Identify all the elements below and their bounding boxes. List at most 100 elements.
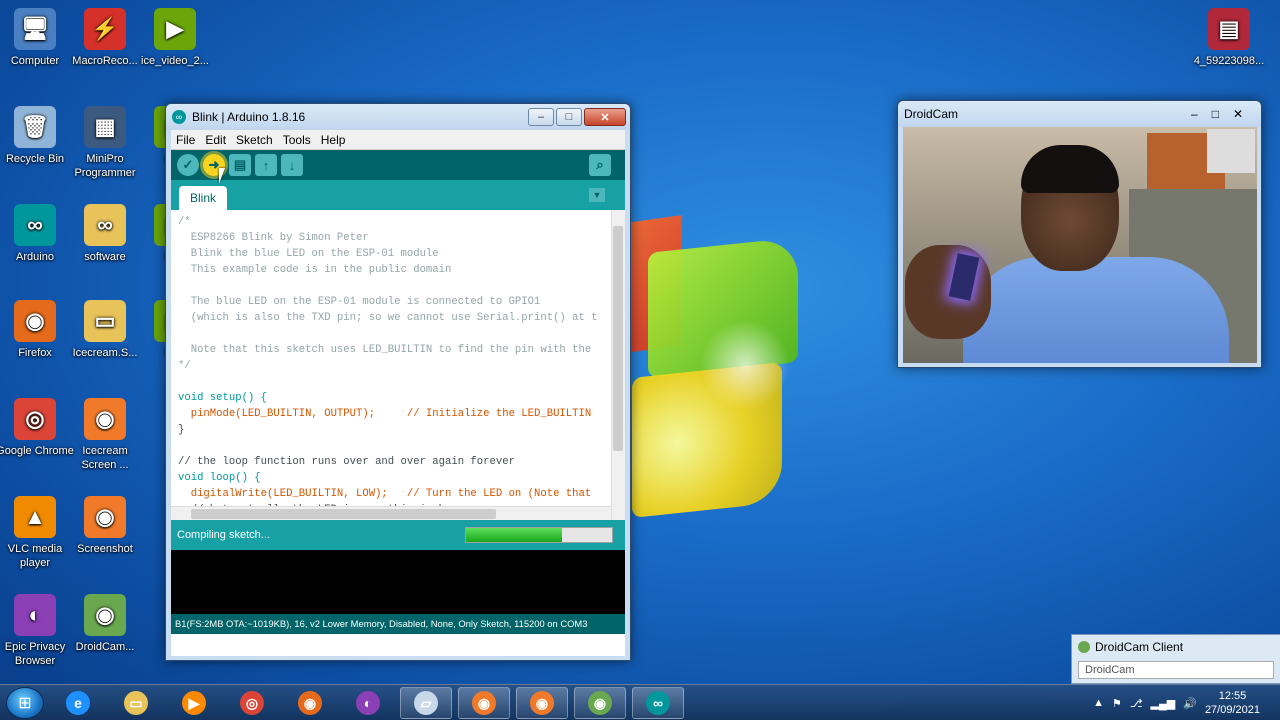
maximize-button[interactable]: □ <box>556 108 582 126</box>
epic-browser-icon: ◐ <box>356 691 380 715</box>
volume-icon[interactable]: 🔊 <box>1183 697 1197 710</box>
desktop-icon-label: Screenshot <box>77 543 133 555</box>
desktop-icon[interactable]: ◉ Icecream Screen ... <box>66 398 144 472</box>
taskbar-chrome-button[interactable]: ◎ <box>226 687 278 719</box>
desktop-icon[interactable]: ◉ DroidCam... <box>66 594 144 654</box>
taskbar-window-button[interactable]: ▱ <box>400 687 452 719</box>
clock[interactable]: 12:55 27/09/2021 <box>1205 689 1260 717</box>
vlc-icon: ▲ <box>14 496 56 538</box>
desktop-icon[interactable]: 🗑 Recycle Bin <box>0 106 74 166</box>
taskbar-media-player-button[interactable]: ▶ <box>168 687 220 719</box>
code-line: ESP8266 Blink by Simon Peter <box>178 232 369 244</box>
tab-menu-icon[interactable]: ▼ <box>589 188 605 202</box>
desktop-icon[interactable]: ⚡ MacroReco... <box>66 8 144 68</box>
arduino-icon: ∞ <box>646 691 670 715</box>
output-console[interactable] <box>171 550 625 614</box>
usb-device-icon[interactable]: ⎇ <box>1130 697 1143 710</box>
menu-help[interactable]: Help <box>316 133 351 147</box>
compile-progress-fill <box>466 528 563 542</box>
compile-progress-bar <box>465 527 613 543</box>
start-button-icon[interactable]: ⊞ <box>6 687 44 719</box>
programmer-icon: ▦ <box>84 106 126 148</box>
desktop-icon[interactable]: ▦ MiniPro Programmer <box>66 106 144 180</box>
media-player-icon: ▶ <box>182 691 206 715</box>
desktop-icon-label: Firefox <box>18 347 52 359</box>
desktop-icon-label: MacroReco... <box>72 55 138 67</box>
droidcam-minimize-button[interactable]: – <box>1191 107 1198 121</box>
new-sketch-icon[interactable]: ▤ <box>229 154 251 176</box>
icecream-screen-icon: ◉ <box>472 691 496 715</box>
taskbar-internet-explorer-button[interactable]: e <box>52 687 104 719</box>
taskbar-screenshot-button[interactable]: ◉ <box>516 687 568 719</box>
network-signal-icon[interactable]: ▂▄▆ <box>1151 697 1176 710</box>
droidcam-client-window[interactable]: DroidCam Client DroidCam <box>1071 634 1280 684</box>
screenshot-icon: ◉ <box>84 496 126 538</box>
horizontal-scrollbar[interactable] <box>171 506 611 520</box>
minimize-button[interactable]: – <box>528 108 554 126</box>
compile-status-text: Compiling sketch... <box>177 529 270 541</box>
desktop-icon[interactable]: ◉ Screenshot <box>66 496 144 556</box>
desktop-icon[interactable]: ▤ 4_59223098... <box>1190 8 1268 68</box>
vertical-scroll-thumb[interactable] <box>613 226 623 451</box>
droidcam-close-button[interactable]: ✕ <box>1233 107 1243 121</box>
taskbar-epic-browser-button[interactable]: ◐ <box>342 687 394 719</box>
action-center-flag-icon[interactable]: ⚑ <box>1112 697 1122 710</box>
desktop-icon-label: ice_video_2... <box>141 55 209 67</box>
desktop-icon[interactable]: 🖥 Computer <box>0 8 74 68</box>
droidcam-client-icon <box>1078 641 1090 653</box>
taskbar-arduino-button[interactable]: ∞ <box>632 687 684 719</box>
desktop-icon-label: Google Chrome <box>0 445 74 457</box>
taskbar-firefox-button[interactable]: ◉ <box>284 687 336 719</box>
horizontal-scroll-thumb[interactable] <box>191 509 496 519</box>
save-sketch-icon[interactable]: ↓ <box>281 154 303 176</box>
desktop-icon-label: software <box>84 251 126 263</box>
menu-edit[interactable]: Edit <box>200 133 231 147</box>
desktop-icon[interactable]: ∞ software <box>66 204 144 264</box>
arduino-app-icon: ∞ <box>172 110 186 124</box>
internet-explorer-icon: e <box>66 691 90 715</box>
arduino-menubar: File Edit Sketch Tools Help <box>171 130 625 150</box>
desktop-icon-label: 4_59223098... <box>1193 55 1265 67</box>
code-line: digitalWrite(LED_BUILTIN, LOW); // Turn … <box>178 488 592 500</box>
vertical-scrollbar[interactable] <box>611 210 625 520</box>
droidcam-title: DroidCam <box>904 107 959 121</box>
desktop-icon[interactable]: ◎ Google Chrome <box>0 398 74 458</box>
desktop-icon[interactable]: ▶ ice_video_2... <box>136 8 214 68</box>
taskbar-droidcam-button[interactable]: ◉ <box>574 687 626 719</box>
desktop-icon[interactable]: ▭ Icecream.S... <box>66 300 144 360</box>
tab-blink[interactable]: Blink <box>179 186 228 210</box>
code-editor[interactable]: /* ESP8266 Blink by Simon Peter Blink th… <box>171 210 625 520</box>
code-line: void setup() { <box>178 392 268 404</box>
droidcam-window: DroidCam – □ ✕ <box>897 100 1262 368</box>
open-sketch-icon[interactable]: ↑ <box>255 154 277 176</box>
code-line: This example code is in the public domai… <box>178 264 452 276</box>
epic-browser-icon: ◐ <box>14 594 56 636</box>
desktop-icon[interactable]: ∞ Arduino <box>0 204 74 264</box>
serial-monitor-icon[interactable]: ⌕ <box>589 154 611 176</box>
menu-tools[interactable]: Tools <box>278 133 316 147</box>
webm-video-icon: ▶ <box>154 8 196 50</box>
droidcam-maximize-button[interactable]: □ <box>1212 107 1219 121</box>
tray-expand-icon[interactable]: ▲ <box>1093 697 1104 709</box>
menu-file[interactable]: File <box>171 133 200 147</box>
board-info-footer: B1(FS:2MB OTA:~1019KB), 16, v2 Lower Mem… <box>171 614 625 634</box>
screenshot-icon: ◉ <box>530 691 554 715</box>
menu-sketch[interactable]: Sketch <box>231 133 278 147</box>
chrome-icon: ◎ <box>240 691 264 715</box>
desktop-icon[interactable]: ◐ Epic Privacy Browser <box>0 594 74 668</box>
taskbar-icecream-screen-button[interactable]: ◉ <box>458 687 510 719</box>
desktop-icon[interactable]: ◉ Firefox <box>0 300 74 360</box>
code-text[interactable]: /* ESP8266 Blink by Simon Peter Blink th… <box>171 210 625 520</box>
arduino-titlebar[interactable]: ∞ Blink | Arduino 1.8.16 – □ ✕ <box>166 104 630 130</box>
arduino-icon: ∞ <box>14 204 56 246</box>
droidcam-client-field[interactable]: DroidCam <box>1078 661 1274 679</box>
desktop-icon-label: MiniPro Programmer <box>74 153 136 179</box>
close-button[interactable]: ✕ <box>584 108 626 126</box>
verify-icon[interactable]: ✓ <box>177 154 199 176</box>
desktop-icon-label: VLC media player <box>7 543 63 569</box>
desktop-icon[interactable]: ▲ VLC media player <box>0 496 74 570</box>
droidcam-titlebar[interactable]: DroidCam – □ ✕ <box>898 101 1261 127</box>
taskbar-file-explorer-button[interactable]: ▭ <box>110 687 162 719</box>
droidcam-icon: ◉ <box>588 691 612 715</box>
